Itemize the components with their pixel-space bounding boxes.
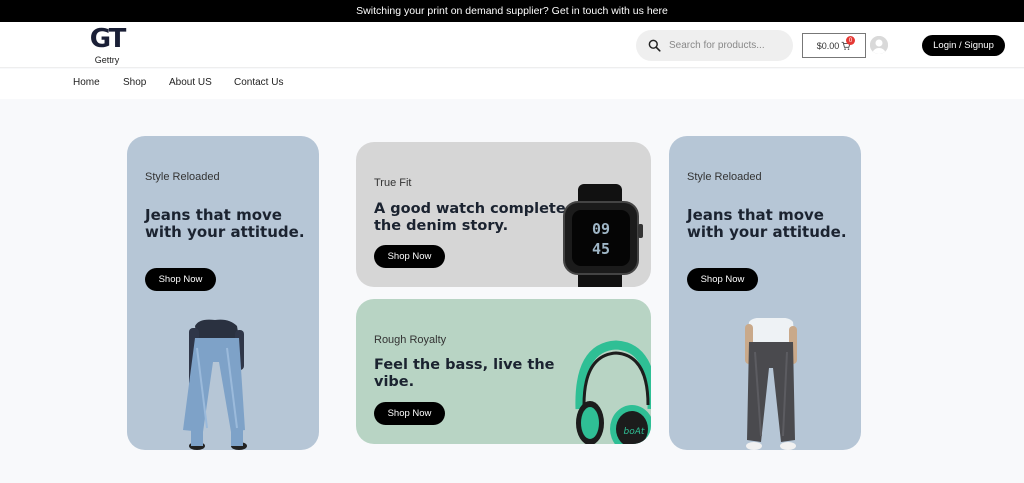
cart-count-badge: 0 — [846, 36, 855, 45]
user-avatar-icon[interactable] — [870, 36, 888, 54]
search-bar[interactable] — [636, 30, 793, 61]
announcement-bar[interactable]: Switching your print on demand supplier?… — [0, 0, 1024, 22]
promo-headline: Jeans that move with your attitude. — [145, 206, 305, 242]
cart-button[interactable]: $0.00 0 — [802, 33, 866, 58]
smartwatch-image: 09 45 — [563, 184, 643, 287]
brand-logo[interactable]: GT Gettry — [82, 25, 132, 65]
announcement-text[interactable]: Switching your print on demand supplier?… — [356, 5, 668, 17]
main-nav: Home Shop About US Contact Us — [0, 69, 1024, 99]
promo-card-watch[interactable]: True Fit A good watch completes the deni… — [356, 142, 651, 287]
promo-headline: A good watch completes the denim story. — [374, 201, 575, 234]
headphones-image: boAt — [575, 340, 651, 444]
promo-card-jeans-left[interactable]: Style Reloaded Jeans that move with your… — [127, 136, 319, 450]
promo-card-jeans-right[interactable]: Style Reloaded Jeans that move with your… — [669, 136, 861, 450]
nav-item-home[interactable]: Home — [73, 77, 100, 88]
nav-item-about[interactable]: About US — [169, 77, 212, 88]
shop-now-button[interactable]: Shop Now — [687, 268, 758, 291]
jeans-model-image — [183, 319, 247, 450]
login-signup-button[interactable]: Login / Signup — [922, 35, 1005, 56]
shop-now-button[interactable]: Shop Now — [374, 245, 445, 268]
product-brand-text: boAt — [624, 427, 645, 437]
search-icon[interactable] — [648, 39, 661, 52]
promo-headline: Jeans that move with your attitude. — [687, 206, 847, 242]
promo-headline: Feel the bass, live the vibe. — [374, 357, 555, 390]
search-input[interactable] — [669, 40, 779, 51]
cart-total: $0.00 — [816, 40, 840, 51]
jeans-model-image — [745, 318, 797, 450]
logo-mark: GT — [89, 24, 127, 54]
promo-eyebrow: Style Reloaded — [687, 171, 762, 183]
nav-item-shop[interactable]: Shop — [123, 77, 146, 88]
logo-name: Gettry — [94, 55, 120, 65]
svg-text:09: 09 — [592, 220, 610, 238]
promo-card-headphones[interactable]: Rough Royalty Feel the bass, live the vi… — [356, 299, 651, 444]
nav-item-contact[interactable]: Contact Us — [234, 77, 283, 88]
svg-text:45: 45 — [592, 240, 610, 258]
shop-now-button[interactable]: Shop Now — [145, 268, 216, 291]
site-header: GT Gettry $0.00 0 Login / Signup — [0, 22, 1024, 68]
shop-now-button[interactable]: Shop Now — [374, 402, 445, 425]
promo-eyebrow: Rough Royalty — [374, 334, 447, 346]
promo-eyebrow: Style Reloaded — [145, 171, 220, 183]
promo-eyebrow: True Fit — [374, 177, 412, 189]
